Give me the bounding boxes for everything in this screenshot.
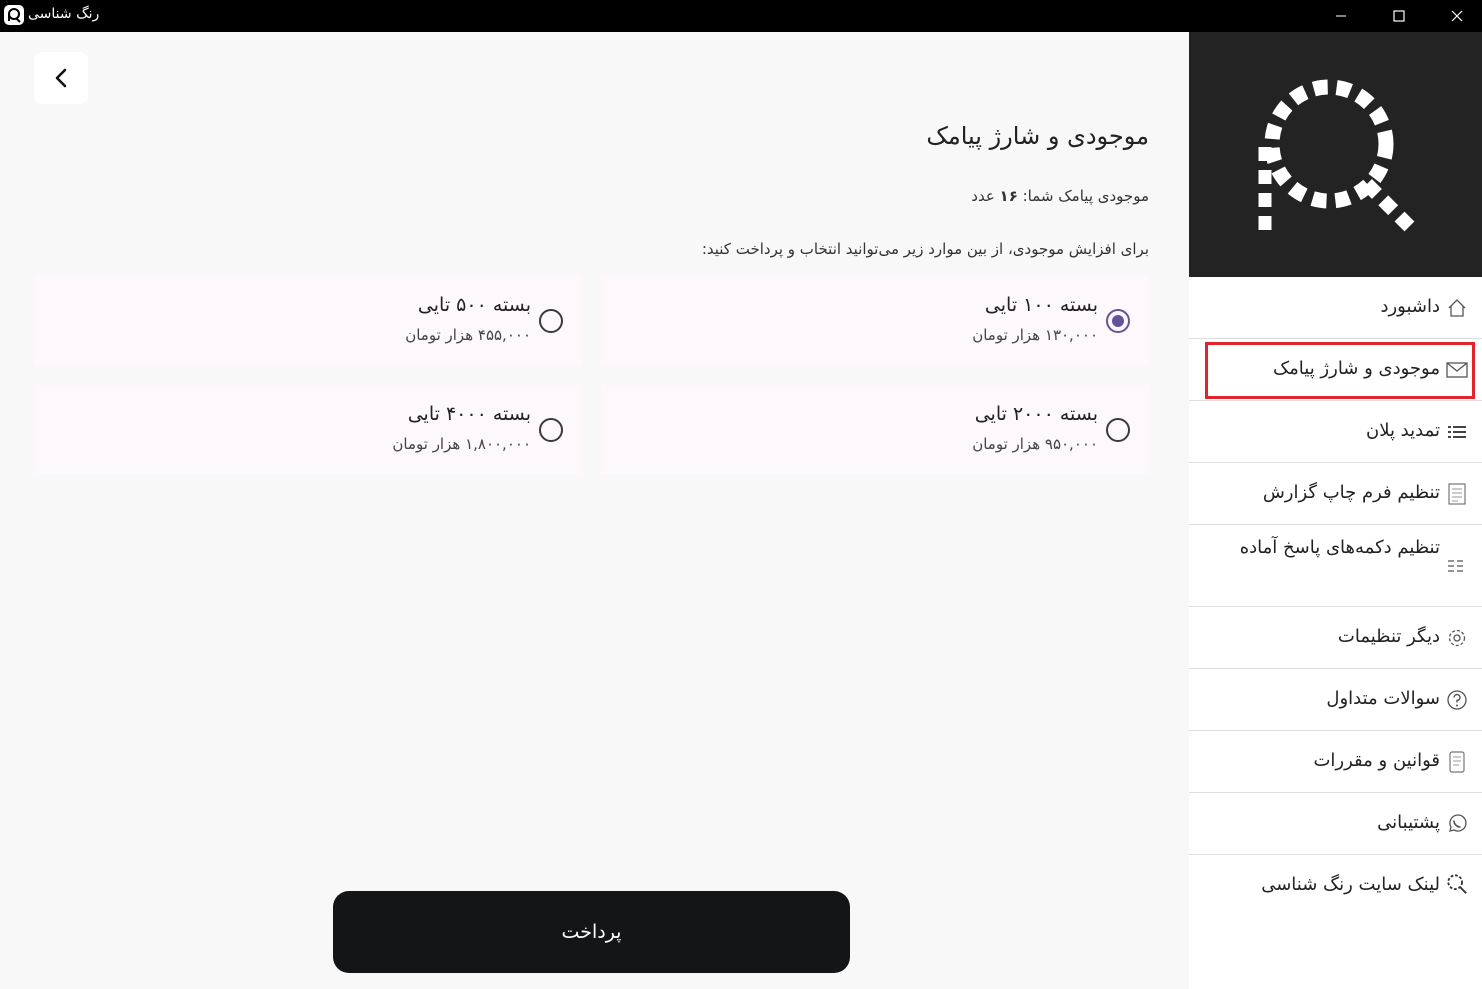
sliders-icon [1446, 555, 1468, 577]
sidebar-item-renew-plan[interactable]: تمدید پلان [1189, 401, 1482, 463]
gear-icon [1446, 627, 1468, 649]
sidebar: داشبورد موجودی و شارژ پیامک تمدید پلان ت… [1189, 32, 1482, 989]
package-card-4000[interactable]: بسته ۴۰۰۰ تایی ۱,۸۰۰,۰۰۰ هزار تومان [34, 385, 582, 474]
package-card-500[interactable]: بسته ۵۰۰ تایی ۴۵۵,۰۰۰ هزار تومان [34, 276, 582, 365]
radio-package-500[interactable] [539, 309, 563, 333]
sidebar-item-label: دیگر تنظیمات [1337, 626, 1440, 647]
radio-package-4000[interactable] [539, 418, 563, 442]
minimize-button[interactable] [1312, 0, 1370, 32]
sidebar-item-label: سوالات متداول [1326, 688, 1440, 709]
sidebar-item-label: موجودی و شارژ پیامک [1273, 358, 1440, 379]
close-button[interactable] [1428, 0, 1482, 32]
sidebar-item-label: لینک سایت رنگ شناسی [1261, 874, 1440, 895]
back-button[interactable] [34, 52, 88, 104]
envelope-icon [1446, 359, 1468, 381]
main-content: موجودی و شارژ پیامک موجودی پیامک شما: ۱۶… [0, 32, 1189, 989]
sidebar-item-sms-balance[interactable]: موجودی و شارژ پیامک [1189, 339, 1482, 401]
package-price: ۴۵۵,۰۰۰ هزار تومان [405, 326, 531, 344]
instruction-text: برای افزایش موجودی، از بین موارد زیر می‌… [701, 240, 1149, 258]
document-icon [1446, 483, 1468, 505]
scroll-icon [1446, 751, 1468, 773]
brand-logo-icon [1258, 79, 1418, 235]
balance-unit: عدد [971, 187, 1000, 205]
package-price: ۱,۸۰۰,۰۰۰ هزار تومان [392, 435, 531, 453]
sidebar-item-label: تمدید پلان [1365, 420, 1440, 441]
package-card-2000[interactable]: بسته ۲۰۰۰ تایی ۹۵۰,۰۰۰ هزار تومان [601, 385, 1149, 474]
package-price: ۹۵۰,۰۰۰ هزار تومان [972, 435, 1098, 453]
chevron-left-icon [55, 68, 67, 88]
package-name: بسته ۲۰۰۰ تایی [974, 403, 1098, 425]
magnifier-icon [1446, 873, 1468, 895]
sidebar-item-print-form[interactable]: تنظیم فرم چاپ گزارش [1189, 463, 1482, 525]
balance-label: موجودی پیامک شما: [1017, 187, 1149, 205]
sidebar-item-website-link[interactable]: لینک سایت رنگ شناسی [1189, 855, 1482, 917]
sidebar-item-label: داشبورد [1380, 296, 1440, 317]
sms-balance: موجودی پیامک شما: ۱۶ عدد [971, 187, 1149, 205]
radio-package-2000[interactable] [1106, 418, 1130, 442]
sidebar-item-terms[interactable]: قوانین و مقررات [1189, 731, 1482, 793]
list-icon [1446, 421, 1468, 443]
package-price: ۱۳۰,۰۰۰ هزار تومان [972, 326, 1098, 344]
sidebar-item-label: تنظیم فرم چاپ گزارش [1262, 482, 1440, 503]
sidebar-item-label: تنظیم دکمه‌های پاسخ آماده [1239, 537, 1440, 558]
package-name: بسته ۱۰۰ تایی [984, 294, 1098, 316]
balance-value: ۱۶ [999, 187, 1018, 205]
home-icon [1446, 297, 1468, 319]
sidebar-item-dashboard[interactable]: داشبورد [1189, 277, 1482, 339]
app-logo-icon [4, 5, 24, 25]
title-bar: رنگ شناسی [0, 0, 1482, 32]
question-icon [1446, 689, 1468, 711]
maximize-button[interactable] [1370, 0, 1428, 32]
whatsapp-icon [1446, 813, 1468, 835]
radio-package-100[interactable] [1106, 309, 1130, 333]
window-title: رنگ شناسی [28, 6, 100, 22]
sidebar-item-label: پشتیبانی [1377, 812, 1440, 833]
sidebar-item-label: قوانین و مقررات [1313, 750, 1440, 771]
sidebar-item-support[interactable]: پشتیبانی [1189, 793, 1482, 855]
sidebar-item-quick-reply[interactable]: تنظیم دکمه‌های پاسخ آماده [1189, 525, 1482, 607]
sidebar-item-faq[interactable]: سوالات متداول [1189, 669, 1482, 731]
brand-logo-area [1189, 32, 1482, 277]
sidebar-item-other-settings[interactable]: دیگر تنظیمات [1189, 607, 1482, 669]
package-name: بسته ۴۰۰۰ تایی [407, 403, 531, 425]
package-card-100[interactable]: بسته ۱۰۰ تایی ۱۳۰,۰۰۰ هزار تومان [601, 276, 1149, 365]
package-name: بسته ۵۰۰ تایی [417, 294, 531, 316]
page-title: موجودی و شارژ پیامک [926, 122, 1149, 150]
pay-button[interactable]: پرداخت [333, 891, 850, 973]
